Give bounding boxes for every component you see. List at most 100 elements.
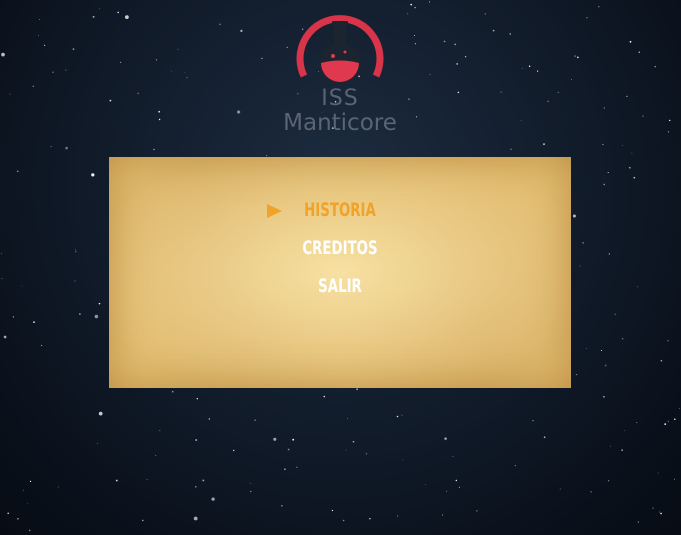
- logo-title-line2: Manticore: [283, 110, 397, 136]
- star: [607, 172, 609, 174]
- star: [621, 449, 623, 451]
- star: [40, 344, 43, 347]
- star: [557, 91, 559, 93]
- menu-item-salir[interactable]: SALIR: [160, 275, 520, 297]
- star: [254, 419, 256, 421]
- star: [266, 155, 268, 157]
- star: [219, 23, 221, 26]
- star: [402, 459, 404, 461]
- star: [155, 454, 157, 456]
- star: [602, 143, 604, 146]
- star: [345, 449, 347, 451]
- star: [543, 143, 545, 145]
- star: [622, 145, 623, 146]
- star: [158, 110, 161, 113]
- star: [631, 152, 633, 154]
- star: [115, 479, 118, 482]
- star: [454, 43, 457, 46]
- star: [476, 510, 478, 512]
- star: [669, 119, 671, 122]
- star: [193, 516, 198, 521]
- menu-item-creditos[interactable]: CREDITOS: [160, 237, 520, 259]
- star: [582, 242, 584, 244]
- star: [532, 420, 534, 422]
- star: [184, 72, 186, 74]
- star: [39, 18, 41, 20]
- star: [356, 388, 358, 390]
- star: [410, 3, 413, 6]
- star: [654, 65, 656, 68]
- star: [614, 313, 616, 315]
- star: [520, 120, 522, 121]
- star: [171, 70, 172, 72]
- star: [177, 48, 179, 50]
- star: [652, 507, 654, 509]
- star: [543, 436, 546, 438]
- star: [456, 62, 459, 65]
- star: [16, 170, 19, 173]
- star: [660, 360, 663, 362]
- star: [292, 438, 295, 441]
- star: [416, 116, 418, 118]
- star: [679, 408, 681, 409]
- star: [38, 34, 40, 36]
- star: [442, 514, 444, 516]
- star: [444, 437, 447, 440]
- star: [196, 398, 198, 400]
- star: [414, 6, 416, 9]
- star: [99, 8, 100, 10]
- star: [642, 115, 644, 117]
- star: [287, 448, 290, 451]
- star: [352, 440, 355, 443]
- star: [628, 166, 631, 169]
- star: [579, 265, 581, 267]
- menu-item-historia[interactable]: HISTORIA: [160, 199, 520, 221]
- star: [660, 512, 662, 515]
- game-logo: ISS Manticore: [270, 6, 410, 141]
- star: [50, 146, 52, 148]
- star: [659, 511, 660, 513]
- star: [446, 490, 448, 492]
- star: [510, 148, 512, 151]
- star: [347, 418, 348, 419]
- star: [250, 490, 252, 493]
- star: [365, 452, 368, 455]
- star: [249, 482, 251, 484]
- star: [296, 466, 298, 468]
- star: [98, 411, 103, 416]
- star: [155, 59, 158, 61]
- star: [638, 51, 641, 53]
- star: [21, 285, 23, 287]
- star: [109, 99, 112, 102]
- star: [52, 71, 54, 73]
- star: [7, 512, 9, 515]
- star: [608, 253, 610, 255]
- star: [667, 420, 669, 423]
- star: [492, 29, 495, 32]
- star: [273, 437, 277, 441]
- parchment-menu-panel: HISTORIA CREDITOS SALIR: [109, 157, 571, 388]
- star: [667, 340, 669, 342]
- star: [3, 335, 7, 339]
- star: [1, 253, 2, 255]
- star: [33, 321, 35, 323]
- star: [74, 280, 76, 282]
- star: [137, 92, 139, 95]
- logo-title-line1: ISS: [321, 86, 359, 111]
- star: [65, 69, 67, 71]
- star: [633, 176, 636, 179]
- star: [28, 529, 31, 532]
- star: [637, 286, 639, 288]
- star: [443, 40, 446, 43]
- star: [369, 518, 371, 520]
- star: [452, 456, 454, 458]
- star: [574, 55, 576, 57]
- star: [603, 395, 605, 398]
- star: [586, 17, 588, 19]
- star: [514, 464, 517, 467]
- star: [17, 517, 19, 520]
- star: [22, 489, 24, 491]
- star: [455, 479, 457, 482]
- star: [667, 131, 670, 133]
- star: [57, 486, 59, 488]
